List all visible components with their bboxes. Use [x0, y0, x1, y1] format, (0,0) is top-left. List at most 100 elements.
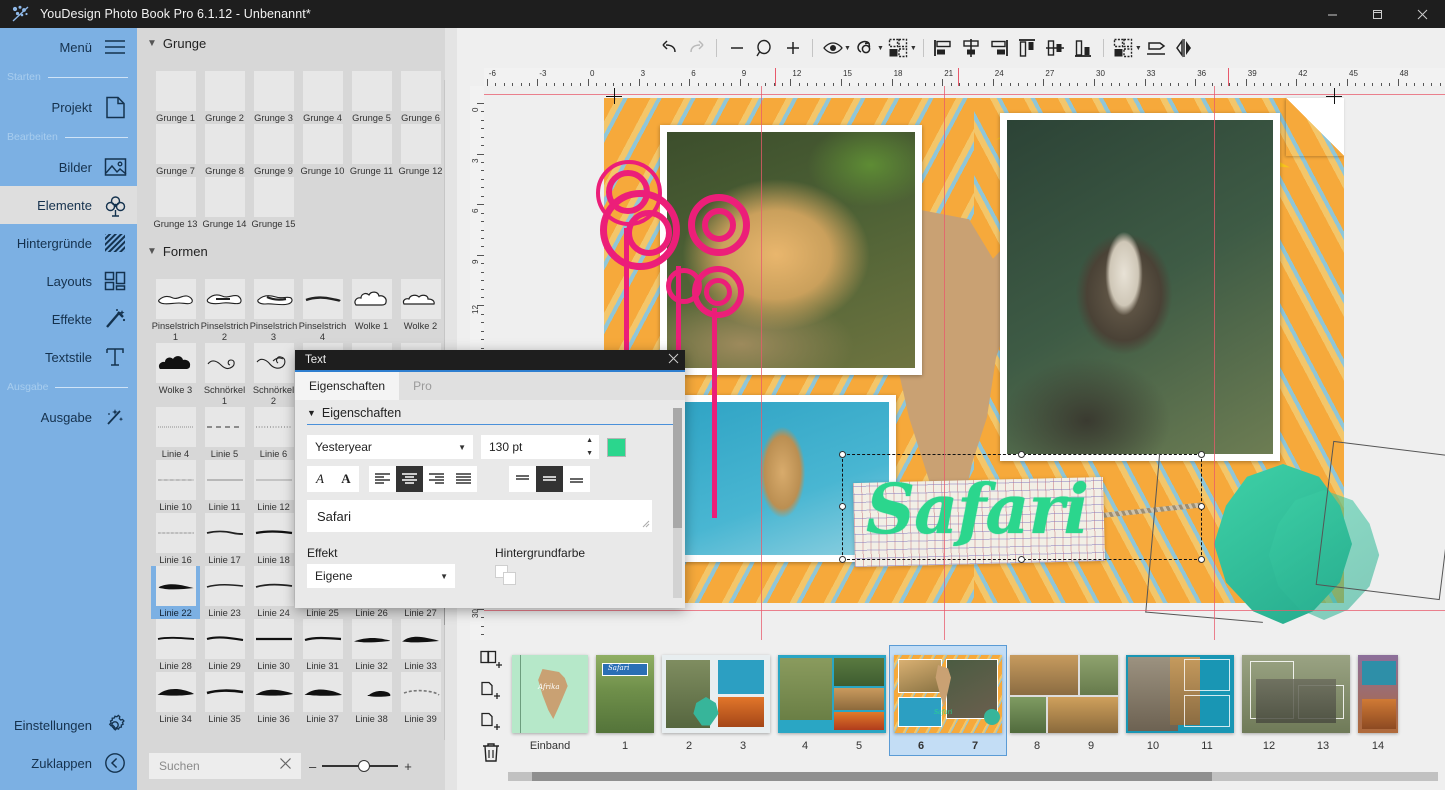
element-item[interactable]: Linie 38	[347, 672, 396, 725]
element-item[interactable]: Linie 39	[396, 672, 445, 725]
filmstrip-group-12-13[interactable]: 12 13	[1238, 646, 1354, 755]
align-center-button-active[interactable]	[396, 466, 423, 492]
sidebar-item-elemente[interactable]: Elemente	[0, 186, 137, 224]
sidebar-item-hintergruende[interactable]: Hintergründe	[0, 224, 137, 262]
element-item[interactable]: Linie 28	[151, 619, 200, 672]
element-item[interactable]: Linie 16	[151, 513, 200, 566]
zoom-slider-knob[interactable]	[358, 760, 371, 772]
page-thumbnail[interactable]: Safari	[596, 655, 654, 733]
rotate-icon[interactable]	[852, 35, 879, 62]
element-item[interactable]: Grunge 10	[298, 124, 347, 177]
element-item[interactable]: Linie 18	[249, 513, 298, 566]
filmstrip-group-cover[interactable]: Afrika Einband	[508, 646, 592, 755]
text-dialog[interactable]: Text Eigenschaften Pro ▼ Eigenschaften Y	[295, 350, 685, 608]
element-item-selected[interactable]: Linie 22	[151, 566, 200, 619]
sidebar-item-textstile[interactable]: Textstile	[0, 338, 137, 376]
stepper-up-icon[interactable]: ▲	[586, 437, 593, 444]
element-item[interactable]: Pinselstrich 4	[298, 279, 347, 343]
element-item[interactable]: Grunge 8	[200, 124, 249, 177]
element-item[interactable]: Grunge 3	[249, 71, 298, 124]
align-bottom-icon[interactable]	[1070, 35, 1097, 62]
element-item[interactable]: Grunge 9	[249, 124, 298, 177]
valign-bottom-button[interactable]	[563, 466, 590, 492]
arrange-objects-icon[interactable]	[885, 35, 912, 62]
sidebar-item-layouts[interactable]: Layouts	[0, 262, 137, 300]
resize-handle-w[interactable]	[839, 503, 846, 510]
element-item[interactable]: Linie 37	[298, 672, 347, 725]
stepper-down-icon[interactable]: ▼	[586, 450, 593, 457]
flip-vertical-icon[interactable]	[1143, 35, 1170, 62]
element-item[interactable]: Grunge 11	[347, 124, 396, 177]
maximize-button[interactable]	[1355, 0, 1400, 28]
element-item[interactable]: Schnörkel 2	[249, 343, 298, 407]
filmstrip-group-14[interactable]: 14	[1354, 646, 1402, 755]
element-item[interactable]: Pinselstrich 3	[249, 279, 298, 343]
search-box[interactable]	[149, 753, 301, 779]
element-item[interactable]: Wolke 1	[347, 279, 396, 343]
add-page-icon[interactable]	[476, 675, 506, 706]
align-center-h-icon[interactable]	[958, 35, 985, 62]
valign-top-button[interactable]	[509, 466, 536, 492]
group-header[interactable]: ▼ Eigenschaften	[307, 406, 673, 420]
page-thumbnail[interactable]: Afrika	[512, 655, 588, 733]
add-spread-icon[interactable]	[476, 644, 506, 675]
sidebar-item-effekte[interactable]: Effekte	[0, 300, 137, 338]
element-item[interactable]: Linie 24	[249, 566, 298, 619]
resize-handle-sw[interactable]	[839, 556, 846, 563]
sidebar-item-ausgabe[interactable]: Ausgabe	[0, 398, 137, 436]
close-button[interactable]	[1400, 0, 1445, 28]
plus-icon[interactable]	[779, 35, 806, 62]
effect-select[interactable]: Eigene ▼	[307, 564, 455, 588]
page-thumbnail[interactable]	[1010, 655, 1118, 733]
element-item[interactable]: Linie 35	[200, 672, 249, 725]
chevron-down-icon[interactable]: ▼	[910, 45, 917, 52]
element-item[interactable]: Grunge 4	[298, 71, 347, 124]
element-item[interactable]: Wolke 3	[151, 343, 200, 407]
bgcolor-swatch[interactable]	[495, 565, 519, 585]
element-item[interactable]: Linie 29	[200, 619, 249, 672]
element-item[interactable]: Linie 10	[151, 460, 200, 513]
minus-icon[interactable]	[723, 35, 750, 62]
dialog-title-bar[interactable]: Text	[295, 350, 685, 372]
sidebar-item-bilder[interactable]: Bilder	[0, 148, 137, 186]
chevron-down-icon[interactable]: ▼	[877, 45, 884, 52]
page-thumbnail[interactable]	[778, 655, 886, 733]
element-item[interactable]: Linie 32	[347, 619, 396, 672]
font-color-swatch[interactable]	[607, 437, 626, 457]
filmstrip-group-2-3[interactable]: 2 3	[658, 646, 774, 755]
section-formen-header[interactable]: ▼ Formen	[137, 236, 457, 263]
element-item[interactable]: Grunge 1	[151, 71, 200, 124]
element-item[interactable]: Wolke 2	[396, 279, 445, 343]
menu-button[interactable]: Menü	[0, 28, 137, 66]
filmstrip-group-10-11[interactable]: 10 11	[1122, 646, 1238, 755]
align-left-icon[interactable]	[930, 35, 957, 62]
sidebar-item-einstellungen[interactable]: Einstellungen	[0, 706, 137, 744]
element-item[interactable]: Grunge 5	[347, 71, 396, 124]
dialog-scrollbar-thumb[interactable]	[673, 408, 682, 528]
tab-pro[interactable]: Pro	[399, 372, 446, 400]
element-item[interactable]: Grunge 2	[200, 71, 249, 124]
resize-handle-s[interactable]	[1018, 556, 1025, 563]
element-item[interactable]: Grunge 6	[396, 71, 445, 124]
element-item[interactable]: Linie 4	[151, 407, 200, 460]
filmstrip-group-6-7-selected[interactable]: Safari 6 7	[889, 645, 1007, 756]
add-page-icon[interactable]	[476, 706, 506, 737]
resize-grip-icon[interactable]	[641, 516, 650, 531]
page-thumbnail[interactable]: Safari	[894, 655, 1002, 733]
italic-button[interactable]: A	[307, 466, 333, 492]
filmstrip-group-4-5[interactable]: 4 5	[774, 646, 890, 755]
element-item[interactable]: Pinselstrich 1	[151, 279, 200, 343]
align-right-button[interactable]	[423, 466, 450, 492]
font-size-stepper[interactable]: 130 pt ▲ ▼	[481, 435, 599, 459]
align-left-button[interactable]	[369, 466, 396, 492]
element-item[interactable]: Linie 17	[200, 513, 249, 566]
distribute-icon[interactable]	[1110, 35, 1137, 62]
valign-middle-button-active[interactable]	[536, 466, 563, 492]
redo-arrow-icon[interactable]	[683, 35, 710, 62]
flip-horizontal-icon[interactable]	[1171, 35, 1198, 62]
element-item[interactable]: Linie 11	[200, 460, 249, 513]
undo-arrow-icon[interactable]	[655, 35, 682, 62]
page-thumbnail[interactable]	[1242, 655, 1350, 733]
element-item[interactable]: Linie 30	[249, 619, 298, 672]
resize-handle-n[interactable]	[1018, 451, 1025, 458]
